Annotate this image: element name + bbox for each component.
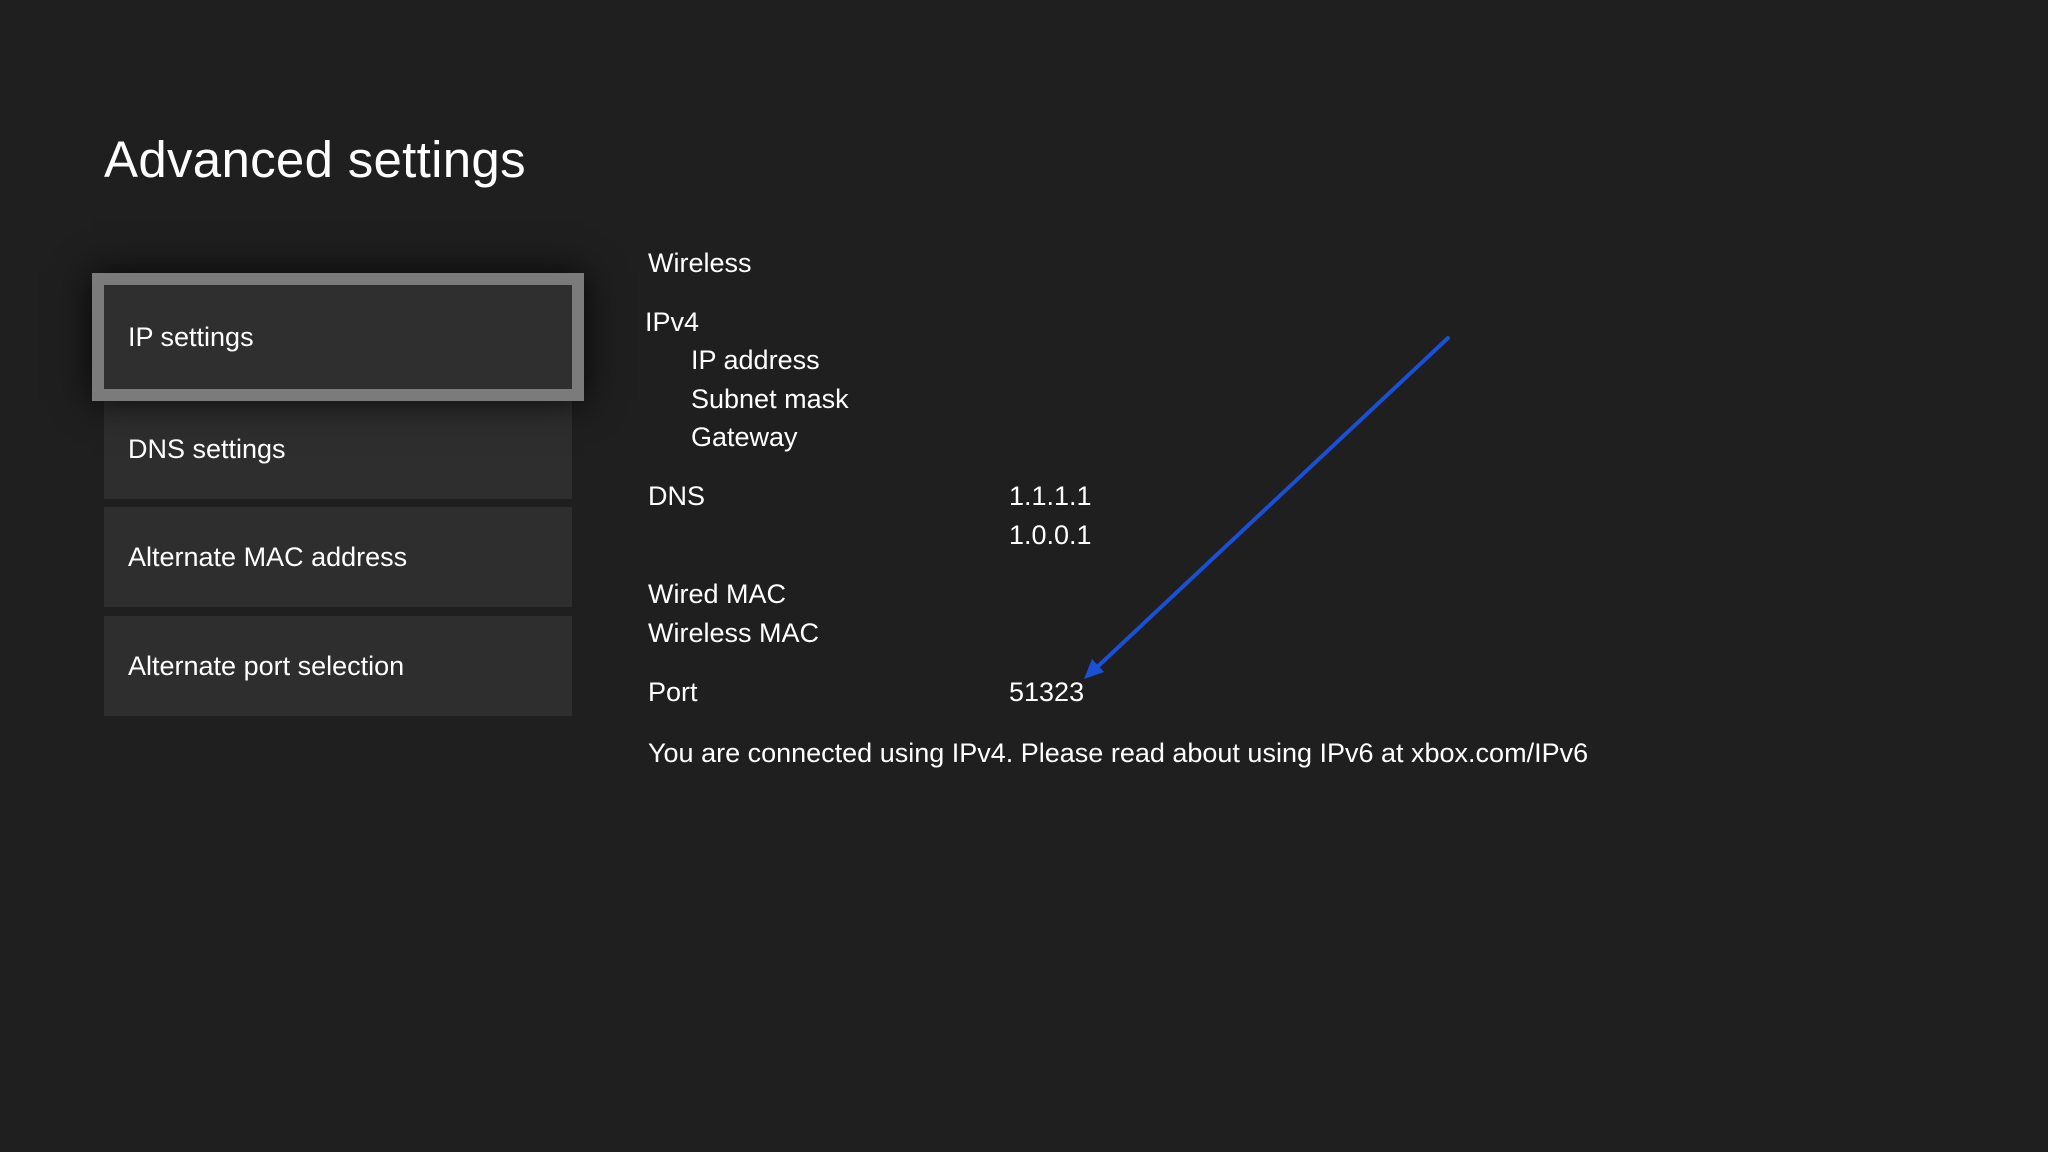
menu-item-label: Alternate MAC address <box>128 541 408 572</box>
menu-item-alternate-mac-address[interactable]: Alternate MAC address <box>104 507 572 607</box>
port-label: Port <box>648 677 698 707</box>
dns-label: DNS <box>648 481 706 511</box>
page-title: Advanced settings <box>104 131 526 188</box>
advanced-settings-page: Advanced settings IP settings DNS settin… <box>0 0 2048 1152</box>
menu-item-label: Alternate port selection <box>128 650 405 681</box>
wireless-mac-label: Wireless MAC <box>648 618 820 648</box>
subnet-mask-label: Subnet mask <box>691 384 849 414</box>
arrow-head <box>1084 659 1104 679</box>
menu-item-alternate-port-selection[interactable]: Alternate port selection <box>104 616 572 716</box>
gateway-label: Gateway <box>691 422 798 452</box>
connection-type-label: Wireless <box>648 248 752 278</box>
dns-primary-value: 1.1.1.1 <box>1009 481 1092 511</box>
wired-mac-label: Wired MAC <box>648 579 787 609</box>
ipv4-label: IPv4 <box>645 307 700 337</box>
menu-item-dns-settings[interactable]: DNS settings <box>104 399 572 499</box>
menu-item-label: IP settings <box>128 321 254 352</box>
ipv6-notice: You are connected using IPv4. Please rea… <box>648 738 1589 768</box>
port-value: 51323 <box>1009 677 1085 707</box>
ip-address-label: IP address <box>691 345 820 375</box>
menu-item-ip-settings[interactable]: IP settings <box>92 273 584 401</box>
menu-item-label: DNS settings <box>128 433 286 464</box>
dns-secondary-value: 1.0.0.1 <box>1009 520 1092 550</box>
arrow-shaft <box>1092 336 1450 672</box>
